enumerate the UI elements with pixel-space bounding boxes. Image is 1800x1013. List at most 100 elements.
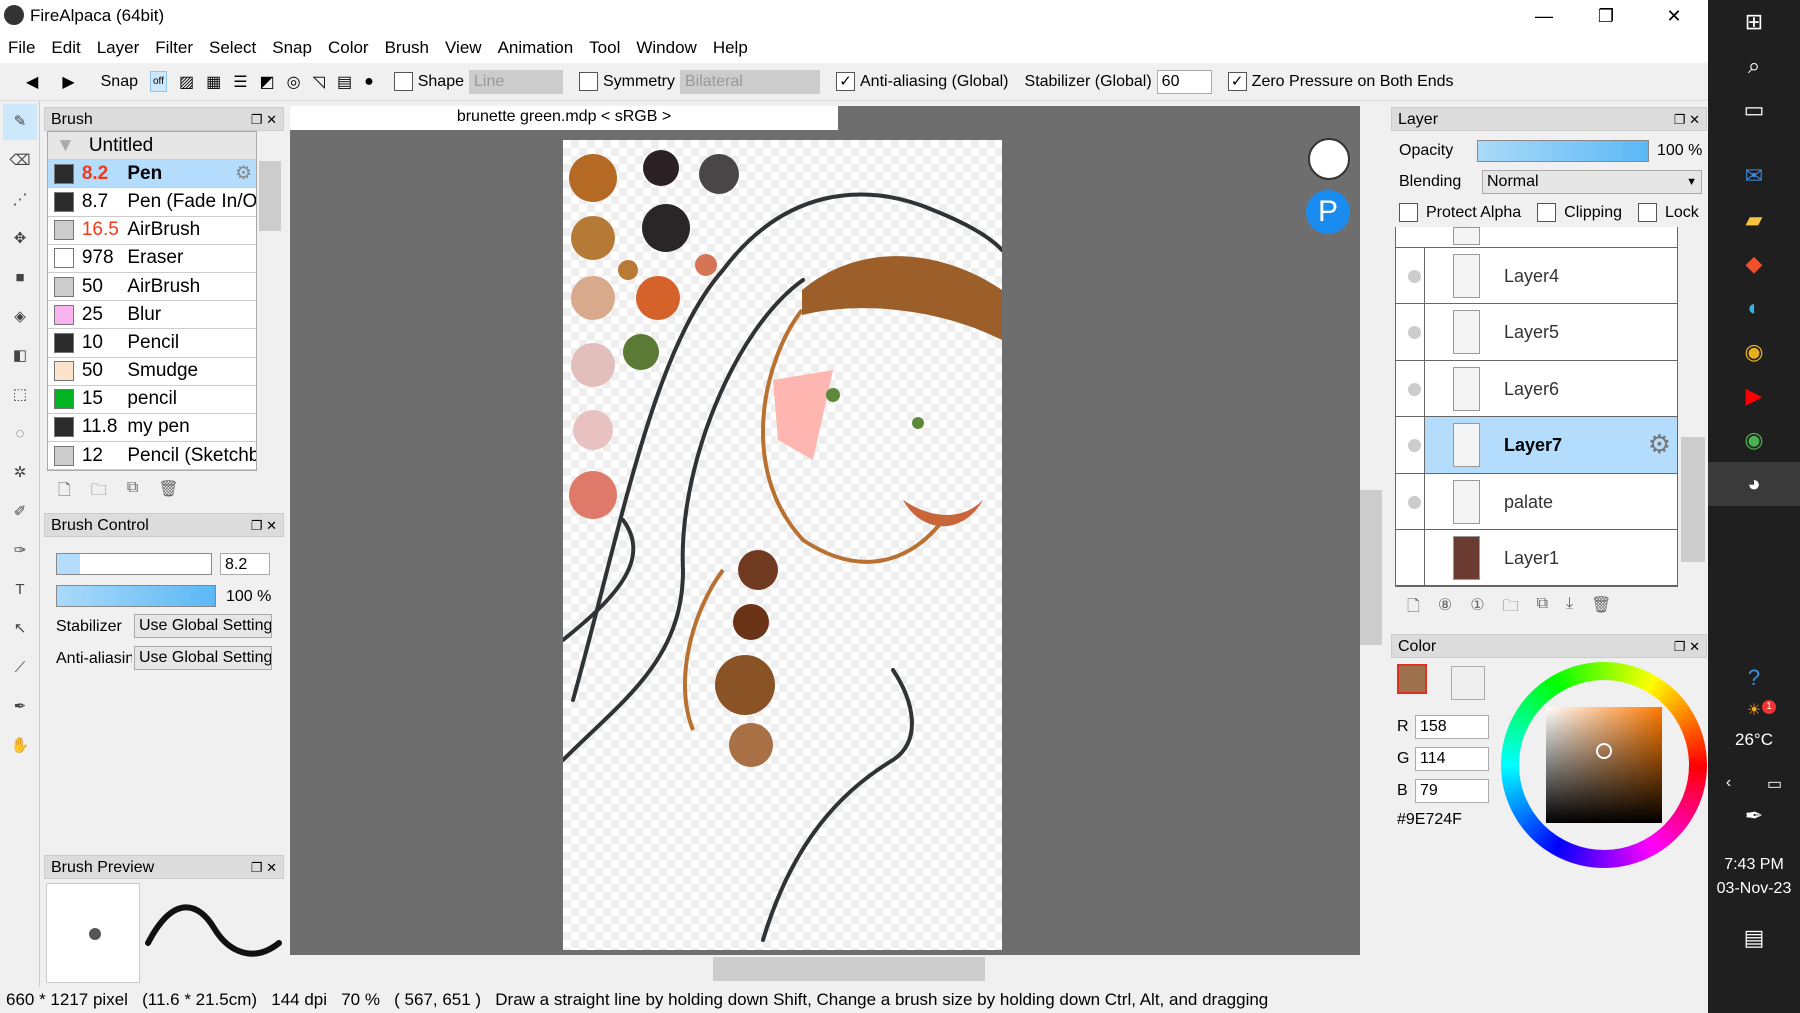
brush-item[interactable]: 15 pencil — [48, 385, 256, 414]
weather-icon[interactable]: ☀ 1 — [1708, 700, 1800, 730]
snap-off-button[interactable]: off — [150, 71, 167, 92]
layer-row[interactable]: Layer6 — [1396, 360, 1677, 418]
menu-snap[interactable]: Snap — [272, 38, 312, 58]
menu-layer[interactable]: Layer — [97, 38, 140, 58]
hand-tool-icon[interactable]: ✋ — [3, 728, 37, 764]
alpaca-icon[interactable] — [1308, 138, 1350, 180]
menu-color[interactable]: Color — [328, 38, 369, 58]
chevron-left-icon[interactable]: ‹ — [1726, 774, 1731, 794]
lasso-tool-icon[interactable]: ◌ — [3, 416, 37, 452]
minimize-button[interactable]: — — [1516, 0, 1572, 32]
text-tool-icon[interactable]: T — [3, 572, 37, 608]
windows-start-icon[interactable]: ⊞ — [1708, 0, 1800, 44]
menu-window[interactable]: Window — [636, 38, 696, 58]
antialias-checkbox[interactable]: ✓ — [836, 72, 855, 91]
menu-file[interactable]: File — [8, 38, 35, 58]
layer-visibility-icon[interactable] — [1408, 326, 1421, 340]
zero-pressure-checkbox[interactable]: ✓ — [1227, 72, 1247, 91]
brush-item[interactable]: 11.8 my pen — [48, 413, 256, 443]
snap-bezier-icon[interactable]: ◹ — [313, 72, 325, 92]
clock-date[interactable]: 03-Nov-23 — [1708, 880, 1800, 898]
notifications-icon[interactable]: ▤ — [1708, 916, 1800, 960]
blending-dropdown[interactable]: Normal ▼ — [1482, 170, 1702, 194]
brush-item[interactable]: 8.7 Pen (Fade In/Out) — [48, 188, 256, 217]
duplicate-layer-icon[interactable]: ⧉ — [1537, 595, 1548, 622]
new-1bit-layer-icon[interactable]: ① — [1470, 595, 1484, 622]
pen-icon[interactable]: ✒ — [1708, 794, 1800, 838]
shape-dropdown[interactable]: Line — [469, 69, 563, 94]
menu-view[interactable]: View — [445, 38, 482, 58]
layer-visibility-icon[interactable] — [1408, 439, 1421, 453]
eyedropper-icon[interactable]: ✒ — [3, 689, 37, 725]
foreground-color-swatch[interactable] — [1397, 664, 1427, 694]
layer-folder-icon[interactable]: 🗀 — [1503, 595, 1519, 622]
brush-item[interactable]: 16.5 AirBrush — [48, 216, 256, 245]
brush-list-scrollbar[interactable] — [259, 139, 281, 479]
r-input[interactable]: 158 — [1415, 715, 1489, 739]
snap-radial-icon[interactable]: ◩ — [260, 72, 275, 92]
brush-item[interactable]: 10 Pencil — [48, 329, 256, 358]
duplicate-brush-icon[interactable]: ⧉ — [127, 479, 138, 506]
layer-row[interactable]: Layer4 — [1396, 248, 1677, 305]
shape-checkbox[interactable] — [393, 72, 413, 91]
snap-curve-icon[interactable]: ☰ — [233, 72, 247, 92]
youtube-icon[interactable]: ▶ — [1708, 374, 1800, 418]
operation-tool-icon[interactable]: ↖ — [3, 611, 37, 647]
new-8bit-layer-icon[interactable]: ⑧ — [1438, 595, 1452, 622]
brush-item[interactable]: 50 AirBrush — [48, 272, 256, 302]
delete-brush-icon[interactable]: 🗑 — [158, 479, 178, 506]
prev-frame-icon[interactable]: ◀︎ — [26, 72, 38, 92]
layer-visibility-icon[interactable] — [1408, 270, 1421, 283]
layer-visibility-icon[interactable] — [1408, 495, 1421, 509]
symmetry-dropdown[interactable]: Bilateral — [680, 69, 820, 94]
fill-tool-icon[interactable]: ■ — [3, 260, 37, 296]
protect-alpha-checkbox[interactable] — [1399, 203, 1418, 222]
saturation-value-square[interactable] — [1546, 707, 1662, 823]
menu-edit[interactable]: Edit — [51, 38, 80, 58]
select-tool-icon[interactable]: ⬚ — [3, 377, 37, 413]
panel-close-icon[interactable]: ❐ ✕ — [251, 856, 277, 880]
p-icon[interactable]: P — [1306, 190, 1350, 234]
maximize-button[interactable]: ❐ — [1578, 0, 1634, 32]
next-frame-icon[interactable]: ▶︎ — [62, 72, 74, 92]
magic-wand-icon[interactable]: ✲ — [3, 455, 37, 491]
brush-item[interactable]: 50 Smudge — [48, 357, 256, 386]
clipping-checkbox[interactable] — [1537, 203, 1557, 222]
new-layer-icon[interactable]: 🗋 — [1407, 595, 1420, 622]
panel-close-icon[interactable]: ❐ ✕ — [1674, 108, 1700, 132]
brush-group[interactable]: ▼ Untitled — [48, 132, 256, 161]
mail-icon[interactable]: ✉ — [1708, 154, 1800, 198]
symmetry-checkbox[interactable] — [579, 72, 598, 91]
merge-down-icon[interactable]: ⤓ — [1566, 595, 1573, 622]
collapse-icon[interactable]: ▼ — [56, 135, 75, 157]
menu-animation[interactable]: Animation — [498, 38, 574, 58]
brush-opacity-slider[interactable] — [56, 585, 216, 607]
layer-settings-gear-icon[interactable]: ⚙ — [1648, 429, 1671, 460]
layer-opacity-slider[interactable] — [1477, 140, 1649, 162]
chrome-icon[interactable]: ◉ — [1708, 330, 1800, 374]
panel-close-icon[interactable]: ❐ ✕ — [251, 514, 277, 538]
select-pen-icon[interactable]: ✐ — [3, 494, 37, 530]
edge-icon[interactable]: ◐ — [1708, 286, 1800, 330]
menu-help[interactable]: Help — [713, 38, 748, 58]
document-tab[interactable]: brunette green.mdp < sRGB > — [290, 106, 838, 130]
canvas-vertical-scrollbar[interactable] — [1360, 130, 1382, 950]
help-icon[interactable]: ? — [1708, 656, 1800, 700]
drawing-canvas[interactable] — [563, 140, 1002, 950]
panel-close-icon[interactable]: ❐ ✕ — [251, 108, 277, 132]
clock-time[interactable]: 7:43 PM — [1708, 856, 1800, 874]
pen-tool-icon[interactable]: ✎ — [3, 104, 37, 140]
brush-size-slider[interactable] — [56, 553, 212, 575]
delete-layer-icon[interactable]: 🗑 — [1591, 595, 1611, 622]
b-input[interactable]: 79 — [1415, 779, 1489, 803]
menu-filter[interactable]: Filter — [155, 38, 193, 58]
divide-tool-icon[interactable]: ⟋ — [3, 650, 37, 686]
search-icon[interactable]: ⌕ — [1708, 44, 1800, 88]
brush-item[interactable]: 8.2 Pen ⚙ — [48, 160, 256, 189]
menu-brush[interactable]: Brush — [385, 38, 429, 58]
snap-circle-icon[interactable]: ◎ — [287, 72, 301, 92]
canvas-horizontal-scrollbar[interactable] — [290, 955, 1360, 983]
brush-antialias-dropdown[interactable]: Use Global Setting — [134, 646, 272, 670]
background-color-swatch[interactable] — [1451, 666, 1485, 700]
layer-visibility-icon[interactable] — [1408, 382, 1421, 396]
